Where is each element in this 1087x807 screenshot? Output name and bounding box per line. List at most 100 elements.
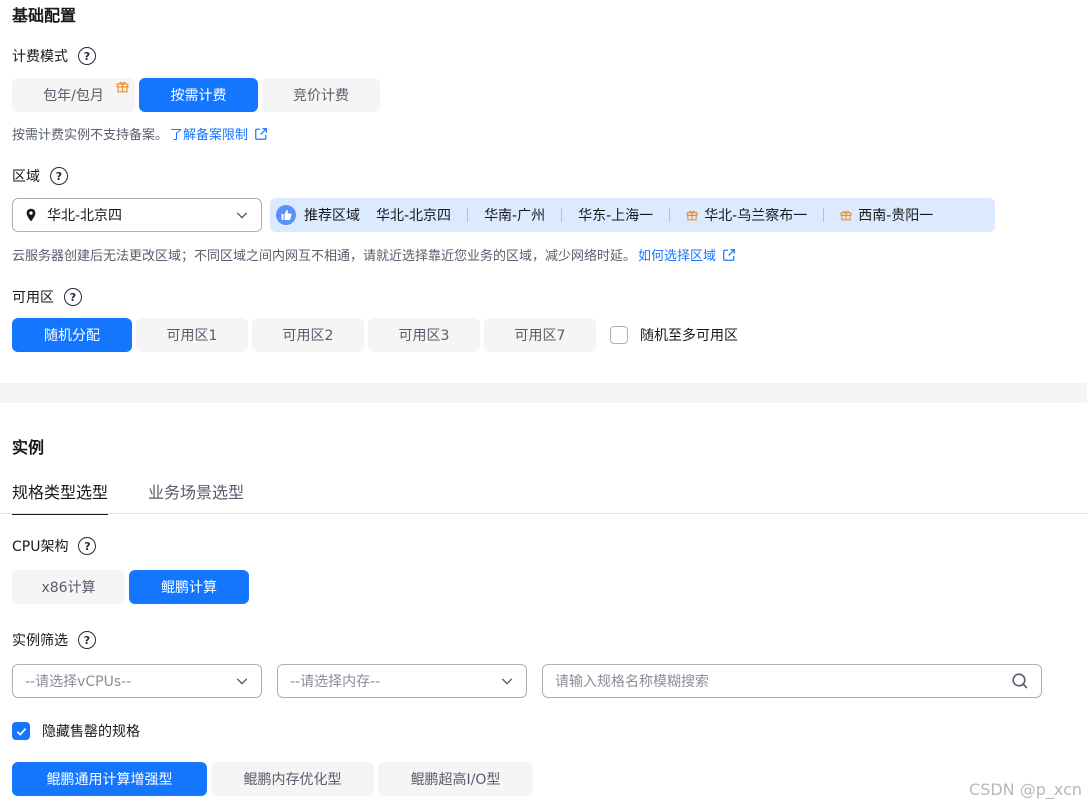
region-label-text: 区域	[12, 169, 40, 185]
billing-mode-selector: 包年/包月 按需计费 竞价计费	[12, 78, 380, 112]
hide-soldout-option[interactable]: 隐藏售罄的规格	[12, 721, 140, 741]
region-select-value: 华北-北京四	[47, 208, 123, 224]
spec-search-placeholder: 请输入规格名称模糊搜索	[555, 674, 709, 690]
help-icon[interactable]: ?	[78, 537, 97, 555]
thumbs-up-icon	[276, 205, 296, 225]
billing-option-label: 包年/包月	[43, 88, 104, 104]
gift-icon	[840, 210, 852, 221]
az-option-2[interactable]: 可用区2	[252, 318, 364, 352]
type-option-label: 鲲鹏超高I/O型	[410, 772, 501, 788]
billing-option-pay-per-use[interactable]: 按需计费	[139, 78, 258, 112]
instance-tabs: 规格类型选型 业务场景选型	[12, 479, 244, 515]
tab-business-scenario[interactable]: 业务场景选型	[148, 479, 244, 515]
location-pin-icon	[26, 208, 36, 222]
section-separator	[0, 383, 1087, 403]
region-hint-text: 云服务器创建后无法更改区域；不同区域之间内网互不相通，请就近选择靠近您业务的区域…	[12, 249, 637, 264]
billing-option-spot[interactable]: 竞价计费	[262, 78, 380, 112]
cpu-option-kunpeng[interactable]: 鲲鹏计算	[129, 570, 249, 604]
recommended-region-name: 华北-乌兰察布一	[704, 208, 808, 224]
help-icon[interactable]: ?	[78, 47, 96, 65]
instance-type-selector: 鲲鹏通用计算增强型 鲲鹏内存优化型 鲲鹏超高I/O型	[12, 762, 533, 796]
basic-config-title: 基础配置	[12, 6, 77, 25]
az-label: 可用区 ?	[12, 287, 82, 307]
help-icon[interactable]: ?	[78, 631, 96, 649]
billing-option-label: 按需计费	[170, 88, 227, 104]
billing-option-yearly-monthly[interactable]: 包年/包月	[12, 78, 135, 112]
instance-title: 实例	[12, 438, 45, 457]
recommended-region-item[interactable]: 西南-贵阳一	[840, 205, 933, 225]
how-to-choose-region-link[interactable]: 如何选择区域	[638, 245, 736, 264]
tab-label: 业务场景选型	[148, 483, 245, 502]
az-option-label: 可用区1	[166, 328, 218, 344]
memory-select-placeholder: --请选择内存--	[290, 674, 381, 690]
vcpu-select-placeholder: --请选择vCPUs--	[25, 674, 132, 690]
search-icon[interactable]	[1011, 672, 1029, 690]
filing-limit-link-text: 了解备案限制	[170, 128, 249, 143]
cpu-option-label: 鲲鹏计算	[161, 580, 217, 596]
gift-icon	[686, 210, 698, 221]
region-label: 区域 ?	[12, 166, 68, 186]
az-option-random[interactable]: 随机分配	[12, 318, 132, 352]
az-option-label: 可用区3	[398, 328, 450, 344]
recommended-region-name: 华东-上海一	[578, 208, 654, 224]
divider	[467, 208, 469, 222]
cpu-arch-label: CPU架构 ?	[12, 536, 97, 556]
memory-select[interactable]: --请选择内存--	[277, 664, 527, 698]
random-multi-az-checkbox[interactable]	[610, 326, 628, 344]
spec-search-input[interactable]: 请输入规格名称模糊搜索	[542, 664, 1042, 698]
type-option-label: 鲲鹏通用计算增强型	[46, 772, 173, 788]
cpu-option-x86[interactable]: x86计算	[12, 570, 125, 604]
watermark: CSDN @p_xcn	[969, 780, 1082, 799]
az-selector: 随机分配 可用区1 可用区2 可用区3 可用区7	[12, 318, 596, 352]
az-option-label: 随机分配	[44, 328, 100, 344]
random-multi-az-option[interactable]: 随机至多可用区	[610, 325, 738, 345]
az-option-label: 可用区2	[282, 328, 334, 344]
billing-hint: 按需计费实例不支持备案。 了解备案限制	[12, 124, 268, 143]
az-option-label: 可用区7	[514, 328, 566, 344]
recommended-region-name: 西南-贵阳一	[858, 208, 934, 224]
cpu-arch-label-text: CPU架构	[12, 539, 69, 555]
chevron-down-icon	[236, 212, 248, 219]
vcpu-select[interactable]: --请选择vCPUs--	[12, 664, 262, 698]
tab-label: 规格类型选型	[12, 483, 109, 502]
recommended-region-item[interactable]: 华北-乌兰察布一	[686, 205, 807, 225]
region-select[interactable]: 华北-北京四	[12, 198, 262, 232]
type-option-ultra-high-io[interactable]: 鲲鹏超高I/O型	[378, 762, 533, 796]
region-hint: 云服务器创建后无法更改区域；不同区域之间内网互不相通，请就近选择靠近您业务的区域…	[12, 245, 736, 264]
divider	[561, 208, 563, 222]
tab-spec-type[interactable]: 规格类型选型	[12, 479, 109, 515]
billing-mode-label: 计费模式 ?	[12, 46, 96, 66]
recommended-region-item[interactable]: 华东-上海一	[578, 205, 653, 225]
billing-mode-label-text: 计费模式	[12, 49, 68, 65]
chevron-down-icon	[501, 678, 513, 685]
recommended-regions-bar: 推荐区域 华北-北京四 华南-广州 华东-上海一 华北-乌兰察布一 西南-贵阳一	[270, 198, 995, 232]
type-option-label: 鲲鹏内存优化型	[243, 772, 342, 788]
billing-hint-text: 按需计费实例不支持备案。	[12, 128, 169, 143]
divider	[823, 208, 825, 222]
az-option-7[interactable]: 可用区7	[484, 318, 596, 352]
checkmark-icon	[16, 727, 26, 736]
cpu-arch-selector: x86计算 鲲鹏计算	[12, 570, 249, 604]
cpu-option-label: x86计算	[41, 580, 96, 596]
recommended-region-name: 华南-广州	[484, 208, 546, 224]
help-icon[interactable]: ?	[50, 167, 68, 185]
divider	[669, 208, 671, 222]
recommended-region-item[interactable]: 华南-广州	[484, 205, 545, 225]
recommended-region-name: 华北-北京四	[376, 208, 452, 224]
az-option-1[interactable]: 可用区1	[136, 318, 248, 352]
billing-option-label: 竞价计费	[293, 88, 349, 104]
gift-icon	[116, 81, 129, 93]
instance-filter-label: 实例筛选 ?	[12, 630, 96, 650]
type-option-memory-optimized[interactable]: 鲲鹏内存优化型	[211, 762, 374, 796]
chevron-down-icon	[236, 678, 248, 685]
type-option-general-compute-enhanced[interactable]: 鲲鹏通用计算增强型	[12, 762, 207, 796]
hide-soldout-label: 隐藏售罄的规格	[42, 724, 140, 740]
help-icon[interactable]: ?	[64, 288, 82, 306]
az-label-text: 可用区	[12, 290, 54, 306]
how-to-choose-region-link-text: 如何选择区域	[638, 249, 717, 264]
hide-soldout-checkbox[interactable]	[12, 722, 30, 740]
az-option-3[interactable]: 可用区3	[368, 318, 480, 352]
recommended-region-item[interactable]: 华北-北京四	[376, 205, 451, 225]
recommended-regions-label: 推荐区域	[304, 208, 360, 224]
filing-limit-link[interactable]: 了解备案限制	[170, 124, 268, 143]
